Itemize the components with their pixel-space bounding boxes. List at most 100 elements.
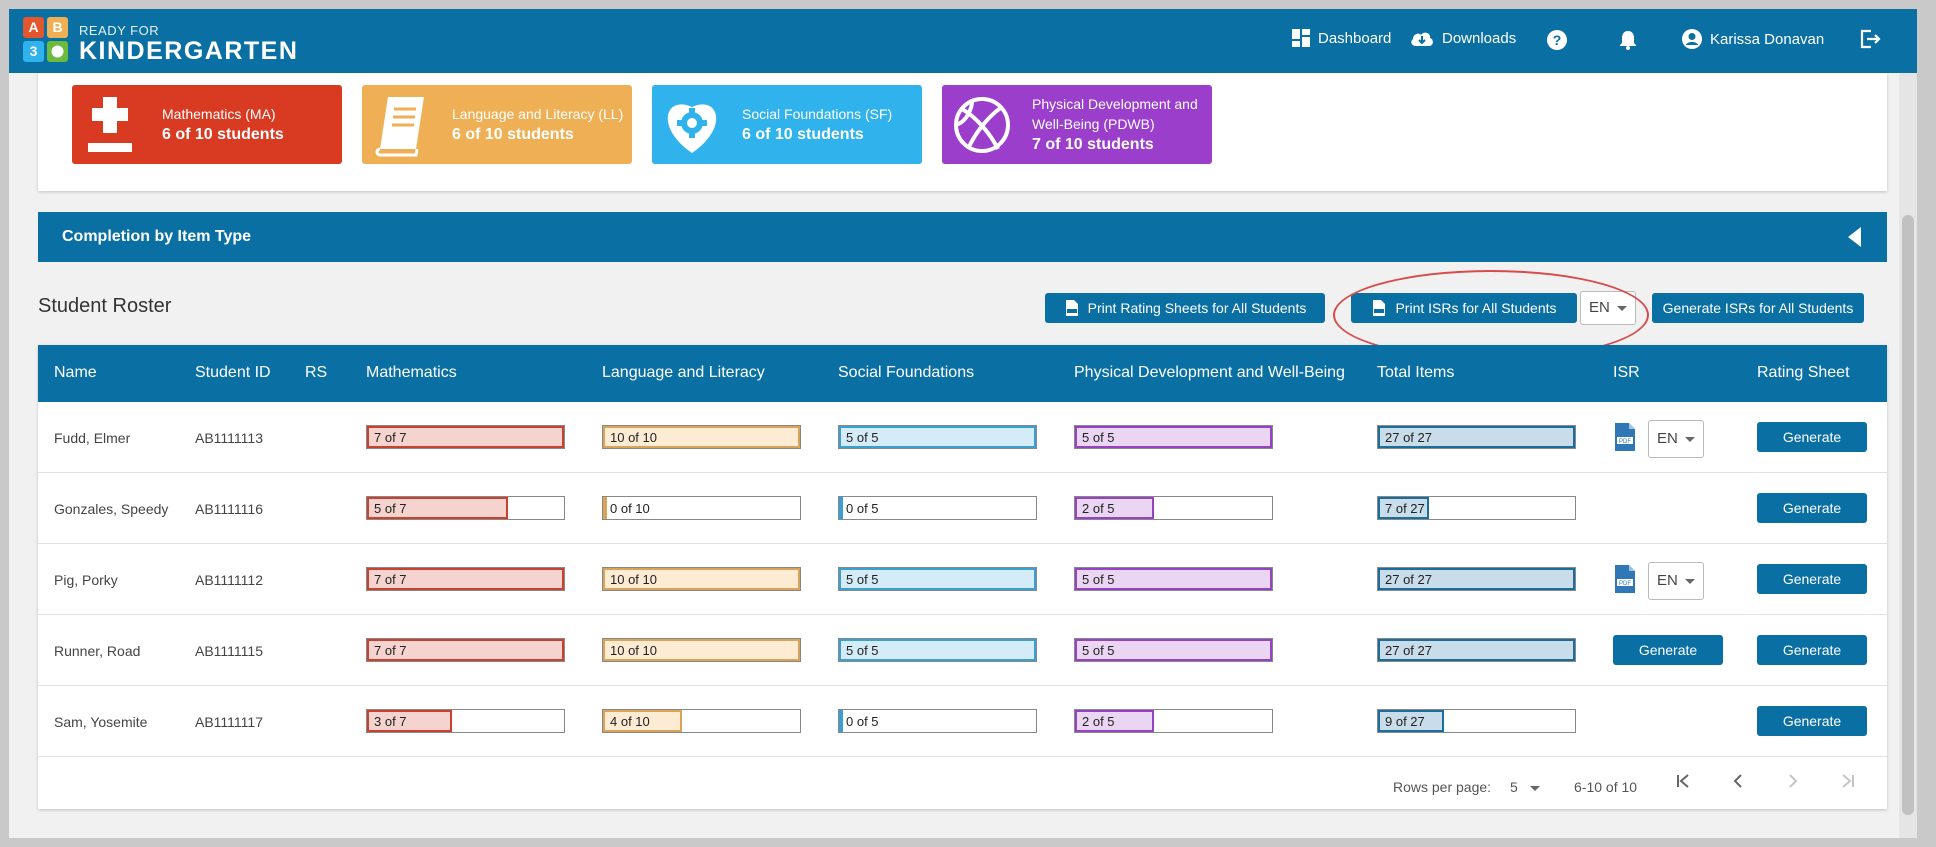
- print-rating-sheets-all-label: Print Rating Sheets for All Students: [1087, 300, 1307, 316]
- progress-fill: [603, 497, 607, 519]
- generate-rating-sheet-label: Generate: [1782, 642, 1842, 658]
- isr-language-select[interactable]: EN: [1648, 420, 1704, 458]
- generate-rating-sheet-button[interactable]: Generate: [1757, 635, 1867, 665]
- progress-bar-math: 3 of 7: [366, 709, 565, 733]
- generate-isrs-all-button[interactable]: Generate ISRs for All Students: [1652, 293, 1864, 323]
- col-student-id[interactable]: Student ID: [195, 364, 271, 382]
- col-rs[interactable]: RS: [305, 364, 327, 382]
- progress-label: 5 of 5: [846, 430, 879, 445]
- previous-page-button[interactable]: [1730, 773, 1746, 794]
- col-name[interactable]: Name: [54, 364, 97, 382]
- brand-name: KINDERGARTEN: [79, 37, 299, 65]
- progress-label: 10 of 10: [610, 572, 657, 587]
- progress-bar-lang: 10 of 10: [602, 567, 801, 591]
- plus-minus-icon: [88, 97, 132, 152]
- progress-bar-phys: 5 of 5: [1074, 425, 1273, 449]
- isr-language-value: EN: [1657, 430, 1678, 447]
- progress-bar-social: 0 of 5: [838, 709, 1037, 733]
- isr-language-select[interactable]: EN: [1648, 562, 1704, 600]
- rows-per-page-value: 5: [1510, 779, 1518, 795]
- progress-label: 5 of 5: [846, 643, 879, 658]
- collapse-arrow-icon[interactable]: [1848, 227, 1861, 247]
- help-button[interactable]: ?: [1547, 30, 1567, 50]
- progress-bar-total: 27 of 27: [1377, 425, 1576, 449]
- progress-label: 0 of 5: [846, 501, 879, 516]
- logout-button[interactable]: [1859, 29, 1881, 49]
- progress-label: 27 of 27: [1385, 430, 1432, 445]
- isr-language-value: EN: [1589, 299, 1610, 316]
- progress-bar-phys: 5 of 5: [1074, 638, 1273, 662]
- student-name: Fudd, Elmer: [54, 430, 131, 446]
- completion-by-item-type-header[interactable]: Completion by Item Type: [38, 212, 1887, 262]
- bell-icon: [1620, 31, 1636, 50]
- logo-block-b: B: [47, 17, 68, 38]
- progress-bar-phys: 5 of 5: [1074, 567, 1273, 591]
- nav-dashboard[interactable]: Dashboard: [1292, 29, 1391, 47]
- progress-label: 0 of 10: [610, 501, 650, 516]
- card-physical-development[interactable]: Physical Development and Well-Being (PDW…: [942, 85, 1212, 164]
- col-mathematics[interactable]: Mathematics: [366, 364, 457, 382]
- vertical-scrollbar[interactable]: [1899, 73, 1917, 838]
- pagination-range: 6-10 of 10: [1574, 779, 1638, 795]
- col-language-literacy[interactable]: Language and Literacy: [602, 364, 765, 382]
- first-page-button[interactable]: [1675, 773, 1691, 794]
- top-navigation-bar: A B 3 READY FOR KINDERGARTEN Dashboard D…: [9, 9, 1917, 73]
- generate-rating-sheet-button[interactable]: Generate: [1757, 493, 1867, 523]
- progress-label: 5 of 5: [846, 572, 879, 587]
- generate-isrs-all-label: Generate ISRs for All Students: [1662, 300, 1854, 316]
- progress-label: 0 of 5: [846, 714, 879, 729]
- isr-language-select[interactable]: EN: [1580, 291, 1636, 325]
- generate-rating-sheet-button[interactable]: Generate: [1757, 422, 1867, 452]
- progress-bar-math: 7 of 7: [366, 567, 565, 591]
- progress-label: 5 of 5: [1082, 430, 1115, 445]
- last-page-button[interactable]: [1840, 773, 1856, 794]
- scrollbar-thumb[interactable]: [1902, 215, 1914, 815]
- generate-rating-sheet-label: Generate: [1782, 429, 1842, 445]
- card-physical-development-value: 7 of 10 students: [1032, 136, 1154, 153]
- table-row: Pig, Porky AB1111112 7 of 7 10 of 10 5 of 5 5…: [38, 544, 1887, 615]
- progress-bar-lang: 10 of 10: [602, 425, 801, 449]
- notifications-button[interactable]: [1619, 30, 1637, 50]
- nav-downloads[interactable]: Downloads: [1410, 29, 1516, 47]
- isr-pdf-icon[interactable]: PDF: [1613, 564, 1637, 594]
- chevron-down-icon: [1685, 579, 1695, 584]
- col-social-foundations[interactable]: Social Foundations: [838, 364, 974, 382]
- heart-gear-icon: [667, 104, 717, 153]
- generate-isr-button[interactable]: Generate: [1613, 635, 1723, 665]
- progress-fill: [839, 497, 843, 519]
- progress-label: 7 of 27: [1385, 501, 1425, 516]
- generate-rating-sheet-label: Generate: [1782, 571, 1842, 587]
- card-language-literacy[interactable]: Language and Literacy (LL) 6 of 10 stude…: [362, 85, 632, 164]
- progress-label: 2 of 5: [1082, 714, 1115, 729]
- progress-bar-total: 9 of 27: [1377, 709, 1576, 733]
- generate-rating-sheet-button[interactable]: Generate: [1757, 564, 1867, 594]
- col-physical-development[interactable]: Physical Development and Well-Being: [1074, 364, 1345, 382]
- next-page-button[interactable]: [1785, 773, 1801, 794]
- student-name: Gonzales, Speedy: [54, 501, 169, 517]
- table-row: Gonzales, Speedy AB1111116 5 of 7 0 of 10 0 …: [38, 473, 1887, 544]
- col-rating-sheet[interactable]: Rating Sheet: [1757, 364, 1850, 382]
- rows-per-page-select[interactable]: 5: [1510, 779, 1540, 795]
- card-mathematics[interactable]: Mathematics (MA) 6 of 10 students: [72, 85, 342, 164]
- chevron-right-icon: [1789, 774, 1798, 788]
- col-isr[interactable]: ISR: [1613, 364, 1640, 382]
- chevron-down-icon: [1529, 785, 1540, 791]
- table-row: Fudd, Elmer AB1111113 7 of 7 10 of 10 5 of 5…: [38, 402, 1887, 473]
- cloud-download-icon: [1411, 32, 1433, 46]
- generate-rating-sheet-button[interactable]: Generate: [1757, 706, 1867, 736]
- print-isrs-all-button[interactable]: Print ISRs for All Students: [1351, 293, 1577, 323]
- book-icon: [375, 97, 424, 157]
- card-physical-development-title-2: Well-Being (PDWB): [1032, 116, 1155, 132]
- progress-bar-lang: 0 of 10: [602, 496, 801, 520]
- col-total-items[interactable]: Total Items: [1377, 364, 1454, 382]
- logo-block-circle: [47, 41, 68, 62]
- isr-pdf-icon[interactable]: PDF: [1613, 422, 1637, 452]
- progress-bar-total: 27 of 27: [1377, 638, 1576, 662]
- user-menu[interactable]: Karissa Donavan: [1682, 29, 1824, 49]
- user-avatar-icon: [1682, 29, 1702, 49]
- print-rating-sheets-all-button[interactable]: Print Rating Sheets for All Students: [1045, 293, 1325, 323]
- svg-text:PDF: PDF: [1619, 439, 1631, 445]
- card-social-foundations[interactable]: Social Foundations (SF) 6 of 10 students: [652, 85, 922, 164]
- progress-label: 10 of 10: [610, 643, 657, 658]
- progress-label: 27 of 27: [1385, 572, 1432, 587]
